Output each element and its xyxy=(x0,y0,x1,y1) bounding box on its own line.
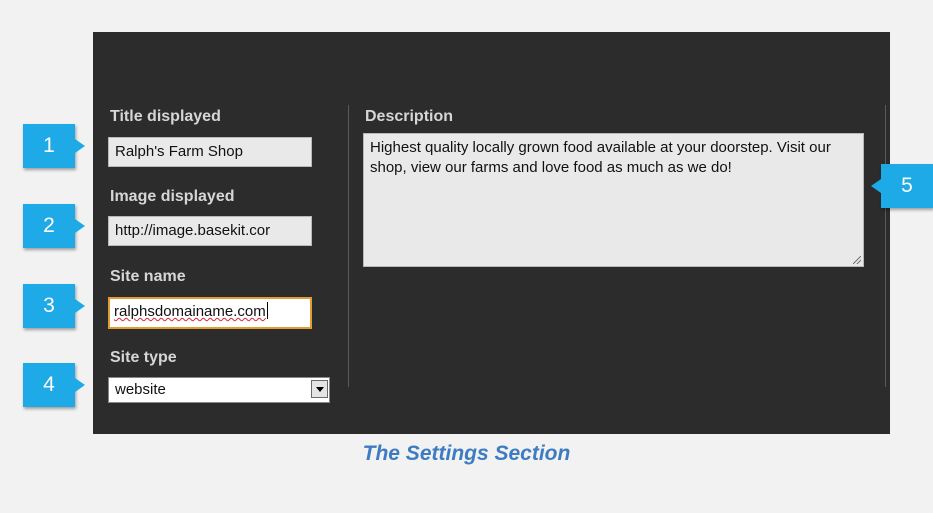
title-input[interactable]: Ralph's Farm Shop xyxy=(108,137,312,167)
figure-caption: The Settings Section xyxy=(362,442,571,465)
title-label: Title displayed xyxy=(110,108,221,125)
site-type-value: website xyxy=(115,381,166,398)
image-input[interactable]: http://image.basekit.cor xyxy=(108,216,312,246)
callout-4: 4 xyxy=(23,363,85,407)
text-caret xyxy=(266,302,268,319)
site-name-input[interactable]: ralphsdomainame.com xyxy=(108,297,312,329)
callout-5: 5 xyxy=(871,164,933,208)
image-label: Image displayed xyxy=(110,188,235,205)
callout-2: 2 xyxy=(23,204,85,248)
column-divider-left xyxy=(348,105,349,387)
callout-1: 1 xyxy=(23,124,85,168)
description-textarea[interactable]: Highest quality locally grown food avail… xyxy=(363,133,864,267)
callout-3: 3 xyxy=(23,284,85,328)
site-type-label: Site type xyxy=(110,349,177,366)
column-divider-right xyxy=(885,105,886,387)
chevron-down-icon[interactable] xyxy=(311,380,328,398)
resize-grip-icon[interactable] xyxy=(853,256,861,264)
description-label: Description xyxy=(365,108,454,125)
site-name-value: ralphsdomainame.com xyxy=(114,303,266,320)
site-type-select[interactable]: website xyxy=(108,377,330,403)
site-name-label: Site name xyxy=(110,268,186,285)
description-text: Highest quality locally grown food avail… xyxy=(370,139,831,176)
